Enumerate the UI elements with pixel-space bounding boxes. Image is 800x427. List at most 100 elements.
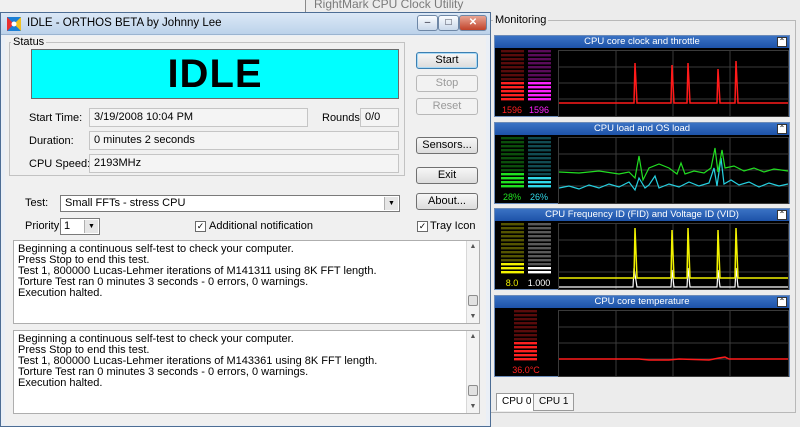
meter-segment [501, 145, 524, 148]
start-button[interactable]: Start [416, 52, 478, 69]
panel-title: CPU core clock and throttle [584, 36, 700, 47]
close-button[interactable]: ✕ [459, 15, 487, 31]
meter-segment [501, 235, 524, 238]
collapse-icon[interactable]: ⌃ [777, 210, 787, 220]
meter-segment [501, 259, 524, 262]
monitoring-label: Monitoring [493, 14, 549, 26]
rounds-value: 0/0 [360, 108, 399, 127]
meter-segment [501, 181, 524, 184]
load-graph [558, 137, 789, 204]
meter-segment [528, 247, 551, 250]
panel-core-temperature: CPU core temperature ⌃ 36.0°C [494, 295, 790, 377]
meter-segment [514, 350, 537, 353]
log-lines: Beginning a continuous self-test to chec… [14, 244, 377, 299]
meter-segment [501, 86, 524, 89]
test-log-1[interactable]: Beginning a continuous self-test to chec… [13, 240, 480, 324]
stop-button[interactable]: Stop [416, 75, 478, 92]
meter-segment [501, 263, 524, 266]
priority-select-value: 1 [64, 220, 71, 232]
log-line: Execution halted. [18, 377, 103, 389]
meter-segment [514, 326, 537, 329]
meter-segment [528, 255, 551, 258]
clock-meter [500, 50, 525, 102]
meter-segment [501, 247, 524, 250]
scroll-up-icon[interactable]: ▲ [467, 241, 479, 253]
meter-segment [528, 271, 551, 274]
scroll-up-icon[interactable]: ▲ [467, 331, 479, 343]
orthos-app-icon [7, 17, 21, 31]
meter-segment [514, 342, 537, 345]
panel-core-clock: CPU core clock and throttle ⌃ 1596 1596 [494, 35, 790, 117]
chevron-down-icon[interactable]: ▼ [384, 197, 398, 210]
meter-segment [514, 318, 537, 321]
meter-segment [528, 82, 551, 85]
meter-segment [501, 149, 524, 152]
meter-segment [501, 161, 524, 164]
meter-segment [514, 314, 537, 317]
meter-segment [501, 141, 524, 144]
reset-button[interactable]: Reset [416, 98, 478, 115]
meter-segment [501, 177, 524, 180]
meter-segment [528, 86, 551, 89]
chevron-down-icon[interactable]: ▼ [84, 220, 98, 233]
test-select[interactable]: Small FFTs - stress CPU ▼ [60, 195, 400, 212]
meter-segment [501, 82, 524, 85]
scroll-down-icon[interactable]: ▼ [467, 311, 479, 323]
meter-segment [528, 66, 551, 69]
meter-segment [528, 157, 551, 160]
meter-segment [528, 173, 551, 176]
fid-vid-graph [558, 223, 789, 290]
temperature-graph [558, 310, 789, 377]
priority-select[interactable]: 1 ▼ [60, 218, 100, 235]
scroll-thumb[interactable] [468, 295, 478, 306]
panel-fid-vid: CPU Frequency ID (FID) and Voltage ID (V… [494, 208, 790, 290]
meter-segment [528, 259, 551, 262]
panel-title: CPU core temperature [594, 296, 690, 307]
meter-segment [528, 165, 551, 168]
orthos-window: IDLE - ORTHOS BETA by Johnny Lee – □ ✕ S… [0, 12, 491, 427]
log-1-scrollbar[interactable]: ▲ ▼ [466, 241, 479, 323]
meter-segment [514, 358, 537, 361]
sensors-button[interactable]: Sensors... [416, 137, 478, 154]
additional-notification-checkbox[interactable]: ✓ [195, 221, 206, 232]
minimize-button[interactable]: – [417, 15, 438, 31]
cpu-speed-value: 2193MHz [89, 154, 399, 173]
panel-title: CPU load and OS load [593, 123, 691, 134]
scroll-down-icon[interactable]: ▼ [467, 401, 479, 413]
tray-icon-checkbox[interactable]: ✓ [417, 221, 428, 232]
test-log-2[interactable]: Beginning a continuous self-test to chec… [13, 330, 480, 414]
rightmark-title: RightMark CPU Clock Utility [314, 0, 464, 11]
status-label: Status [11, 36, 47, 48]
about-button[interactable]: About... [416, 193, 478, 210]
exit-button[interactable]: Exit [416, 167, 478, 184]
meter-segment [514, 354, 537, 357]
meter-segment [528, 223, 551, 226]
meter-segment [514, 310, 537, 313]
additional-notification-label: Additional notification [209, 220, 313, 232]
collapse-icon[interactable]: ⌃ [777, 37, 787, 47]
meter-segment [501, 78, 524, 81]
duration-label: Duration: [29, 135, 74, 147]
title-bar[interactable]: IDLE - ORTHOS BETA by Johnny Lee – □ ✕ [1, 13, 490, 35]
tray-icon-label: Tray Icon [430, 220, 476, 232]
meter-segment [514, 338, 537, 341]
collapse-icon[interactable]: ⌃ [777, 124, 787, 134]
meter-segment [528, 98, 551, 101]
collapse-icon[interactable]: ⌃ [777, 297, 787, 307]
scroll-thumb[interactable] [468, 385, 478, 396]
meter-segment [501, 255, 524, 258]
test-label: Test: [25, 197, 49, 209]
meter-segment [528, 137, 551, 140]
meter-segment [501, 70, 524, 73]
meter-segment [501, 58, 524, 61]
meter-segment [528, 263, 551, 266]
vid-meter [527, 223, 552, 275]
meter-segment [528, 177, 551, 180]
tab-cpu-1[interactable]: CPU 1 [533, 393, 575, 411]
meter-segment [501, 185, 524, 188]
start-time-value: 3/19/2008 10:04 PM [89, 108, 308, 127]
meter-segment [501, 239, 524, 242]
log-2-scrollbar[interactable]: ▲ ▼ [466, 331, 479, 413]
tab-cpu-0[interactable]: CPU 0 [496, 393, 538, 411]
maximize-button[interactable]: □ [438, 15, 459, 31]
